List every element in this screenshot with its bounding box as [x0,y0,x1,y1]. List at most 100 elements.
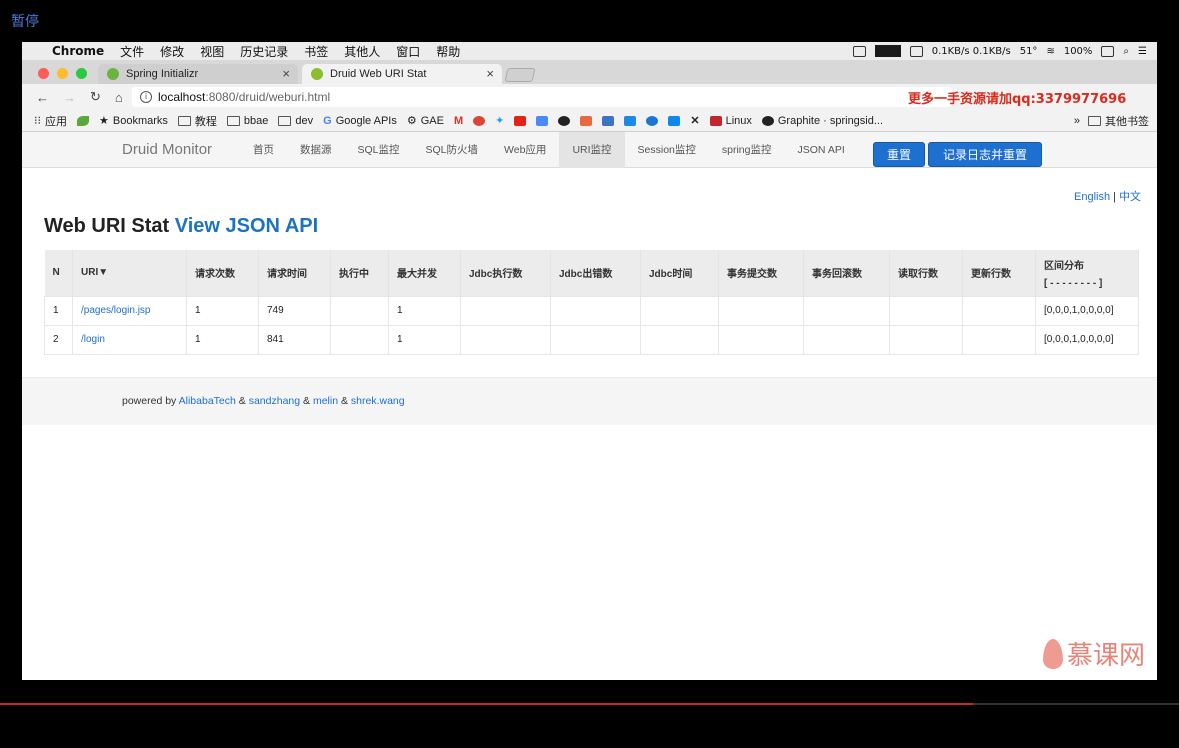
bookmark-bookmarks[interactable]: ★ Bookmarks [99,114,168,128]
bookmark-tutorials[interactable]: 教程 [177,113,217,129]
reload-icon[interactable]: ↻ [90,89,101,105]
col-n[interactable]: N [44,250,73,296]
menu-help[interactable]: 帮助 [436,43,460,60]
bookmark-linux[interactable]: Linux [709,114,752,127]
nav-json-api[interactable]: JSON API [785,132,858,168]
bookmark-label: dev [295,114,314,127]
menu-chrome[interactable]: Chrome [52,44,104,58]
col-uri[interactable]: URI▼ [72,250,187,296]
pause-label[interactable]: 暂停 [11,11,39,31]
twitter-icon[interactable]: ✦ [495,114,504,127]
search-icon[interactable]: ⌕ [1123,46,1129,57]
close-tab-icon[interactable]: × [282,66,290,81]
bookmarks-overflow: » 其他书签 [1074,113,1157,129]
uri-link[interactable]: /pages/login.jsp [81,305,151,316]
bookmark-graphite[interactable]: Graphite · springsid... [761,115,883,127]
nav-home[interactable]: 首页 [240,132,287,168]
col-running[interactable]: 执行中 [330,250,389,296]
nav-session[interactable]: Session监控 [625,132,709,168]
lang-chinese-link[interactable]: 中文 [1119,191,1141,203]
menu-people[interactable]: 其他人 [344,43,380,60]
sandzhang-link[interactable]: sandzhang [249,395,300,407]
col-concurrent-max[interactable]: 最大并发 [388,250,461,296]
back-icon[interactable]: ← [36,90,49,105]
menu-edit[interactable]: 修改 [160,43,184,60]
circle-icon[interactable] [646,115,659,126]
uri-link[interactable]: /login [81,334,105,345]
nav-sql[interactable]: SQL监控 [345,132,413,168]
col-histogram[interactable]: 区间分布 [ - - - - - - - - ] [1035,250,1139,296]
zhihu-icon[interactable] [668,115,681,126]
cell-concurrent-max: 1 [388,295,461,326]
nav-uri[interactable]: URI监控 [559,132,625,168]
alibabatech-link[interactable]: AlibabaTech [179,395,236,407]
col-fetch-rows[interactable]: 读取行数 [889,250,963,296]
menu-history[interactable]: 历史记录 [240,43,288,60]
close-window-icon[interactable] [38,68,49,79]
menu-file[interactable]: 文件 [120,43,144,60]
nav-datasource[interactable]: 数据源 [287,132,345,168]
bookmark-gae[interactable]: ⚙ GAE [407,114,444,128]
google-plus-icon[interactable] [473,115,486,126]
col-jdbc-exec[interactable]: Jdbc执行数 [460,250,551,296]
memory-icon[interactable] [909,45,923,57]
uri-stat-table: N URI▼ 请求次数 请求时间 执行中 最大并发 Jdbc执行数 Jdbc出错… [44,250,1139,355]
bookmark-dev[interactable]: dev [278,115,313,127]
amp-separator: & [238,395,246,407]
reset-button[interactable]: 重置 [873,142,925,167]
github-icon[interactable] [558,115,571,126]
menu-window[interactable]: 窗口 [396,43,420,60]
new-tab-button[interactable] [504,68,536,82]
zoom-window-icon[interactable] [76,68,87,79]
google-icon: G [323,114,332,127]
video-progress-bar[interactable] [0,703,1179,705]
cpu-graph-icon[interactable] [874,45,901,57]
gmail-icon[interactable]: M [454,115,463,127]
col-jdbc-time[interactable]: Jdbc时间 [640,250,719,296]
list-icon[interactable]: ☰ [1138,46,1147,57]
tab-druid-web-uri-stat[interactable]: Druid Web URI Stat × [302,64,502,84]
cross-icon[interactable]: ✕ [690,114,699,127]
leaf-icon[interactable] [77,115,89,126]
wifi-icon[interactable]: ≋ [1046,46,1054,57]
bookmark-apps[interactable]: ⁝⁝ 应用 [34,113,67,129]
bookmark-google-apis[interactable]: G Google APIs [323,115,397,127]
nav-webapp[interactable]: Web应用 [491,132,559,168]
tab-spring-initializr[interactable]: Spring Initializr × [98,64,298,84]
cell-tx-commit [718,295,804,326]
info-icon[interactable]: i [140,91,152,103]
msdn-icon[interactable] [602,115,615,126]
translate-icon[interactable] [536,115,549,126]
minimize-window-icon[interactable] [57,68,68,79]
address-bar[interactable]: i localhost:8080/druid/weburi.html [132,87,952,107]
brand[interactable]: Druid Monitor [122,141,212,158]
lang-english-link[interactable]: English [1074,191,1110,203]
menu-bookmarks[interactable]: 书签 [304,43,328,60]
bookmark-bbae[interactable]: bbae [226,115,268,127]
nav-spring[interactable]: spring监控 [709,132,785,168]
log-and-reset-button[interactable]: 记录日志并重置 [928,142,1042,167]
page-footer: powered by AlibabaTech & sandzhang & mel… [22,377,1157,425]
battery-icon[interactable] [1101,45,1115,57]
bookmark-label: Linux [725,114,752,127]
shrek-wang-link[interactable]: shrek.wang [351,395,405,407]
col-tx-commit[interactable]: 事务提交数 [718,250,804,296]
forward-icon[interactable]: → [63,90,76,105]
bookmark-other[interactable]: 其他书签 [1088,113,1149,129]
window-icon[interactable] [624,115,637,126]
view-json-api-link[interactable]: View JSON API [175,215,318,237]
youtube-icon[interactable] [514,115,527,126]
col-request-time[interactable]: 请求时间 [258,250,331,296]
home-icon[interactable]: ⌂ [115,90,123,105]
col-jdbc-error[interactable]: Jdbc出错数 [550,250,641,296]
screen-record-icon[interactable] [852,45,866,57]
menu-view[interactable]: 视图 [200,43,224,60]
col-tx-rollback[interactable]: 事务回滚数 [803,250,890,296]
close-tab-icon[interactable]: × [486,66,494,81]
col-update-rows[interactable]: 更新行数 [962,250,1036,296]
col-request-count[interactable]: 请求次数 [186,250,259,296]
melin-link[interactable]: melin [313,395,338,407]
nav-wall[interactable]: SQL防火墙 [413,132,492,168]
jianshu-icon[interactable] [580,115,593,126]
chevron-right-icon[interactable]: » [1074,115,1080,127]
